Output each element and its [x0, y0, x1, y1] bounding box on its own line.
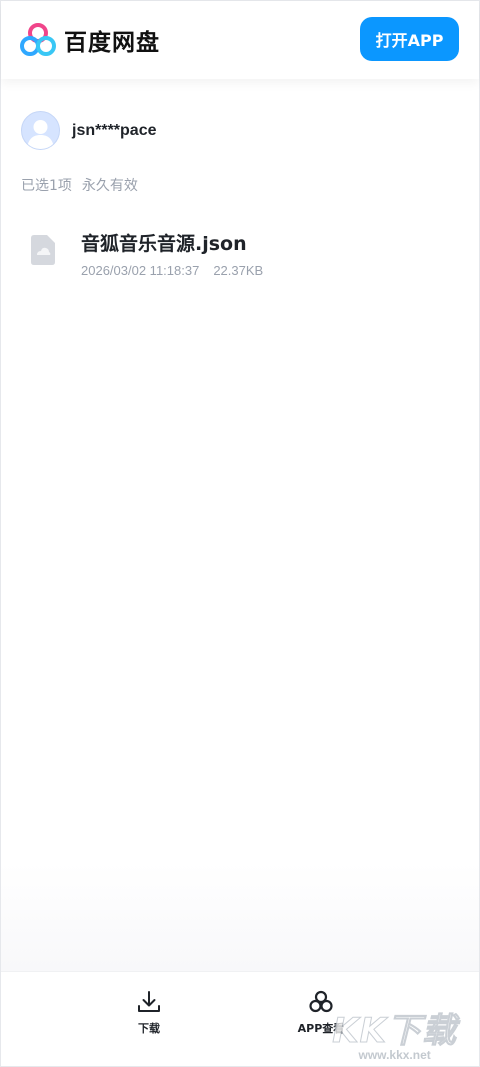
bottom-fade	[1, 862, 479, 972]
sharer-username: jsn****pace	[72, 121, 157, 139]
netdisk-logo-icon	[20, 23, 56, 56]
avatar	[21, 111, 60, 150]
sharer-info: jsn****pace	[21, 111, 157, 150]
download-label: 下载	[138, 1022, 160, 1035]
file-name[interactable]: 音狐音乐音源.json	[81, 229, 247, 256]
download-icon	[138, 991, 160, 1012]
default-avatar-icon	[27, 120, 54, 149]
file-datetime: 2026/03/02 11:18:37	[81, 263, 200, 278]
baidu-netdisk-logo[interactable]: 百度网盘	[20, 23, 160, 57]
netdisk-app-icon	[309, 990, 333, 1013]
download-button[interactable]: 下载	[99, 990, 199, 1036]
logo-text: 百度网盘	[64, 30, 160, 56]
validity-text: 永久有效	[81, 178, 138, 194]
selected-count: 已选1项	[21, 178, 72, 194]
file-size: 22.37KB	[213, 263, 264, 278]
bottom-action-bar: 下载 APP查看 KK下载 www.kkx.net	[1, 971, 479, 1066]
kkx-watermark: KK下载 www.kkx.net	[332, 1003, 457, 1063]
watermark-title: KK下载	[332, 1011, 457, 1052]
open-app-button[interactable]: 打开APP	[360, 17, 459, 61]
file-list-item[interactable]: 音狐音乐音源.json 2026/03/02 11:18:37 22.37KB	[21, 223, 461, 287]
file-icon	[31, 235, 55, 265]
file-meta: 2026/03/02 11:18:37 22.37KB	[81, 263, 263, 278]
share-meta: 已选1项 永久有效	[21, 175, 138, 195]
top-header: 百度网盘 打开APP	[1, 1, 479, 79]
